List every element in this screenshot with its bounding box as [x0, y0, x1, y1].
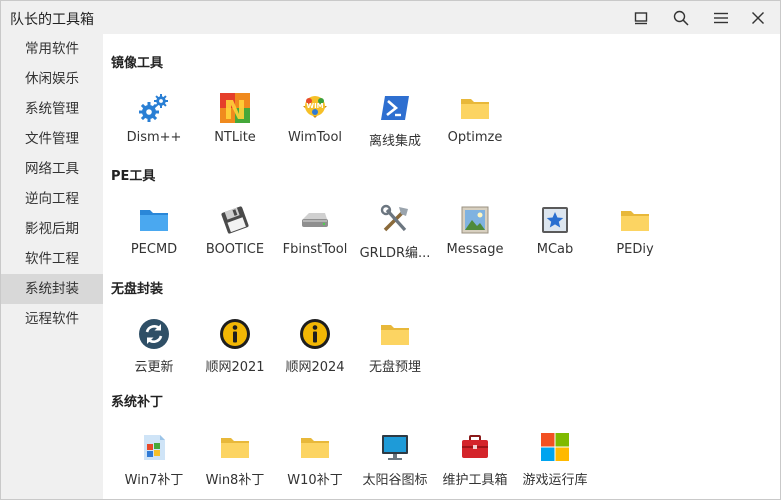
tool-tile[interactable]: Optimze: [435, 90, 515, 170]
sidebar-item-file-management[interactable]: 文件管理: [1, 124, 103, 154]
tool-label: 离线集成: [368, 134, 421, 149]
folder-icon: [299, 431, 331, 463]
tool-label: Optimze: [447, 130, 503, 145]
svg-text:WIM: WIM: [306, 102, 323, 110]
tool-label: PECMD: [130, 242, 178, 257]
picture-icon: [459, 204, 491, 236]
tool-tile[interactable]: Win7补丁: [114, 429, 194, 500]
section-title-system-patches: 系统补丁: [111, 395, 164, 410]
tool-label: Dism++: [126, 130, 182, 145]
tool-label: W10补丁: [287, 473, 343, 488]
sidebar-item-remote-software[interactable]: 远程软件: [1, 304, 103, 334]
tool-tile[interactable]: MCab: [515, 202, 595, 282]
sidebar-item-leisure[interactable]: 休闲娱乐: [1, 64, 103, 94]
tool-label: NTLite: [214, 130, 256, 145]
tool-label: MCab: [536, 242, 574, 257]
tool-label: PEDiy: [616, 242, 654, 257]
tool-label: 顺网2024: [285, 360, 345, 375]
minimize-icon: [634, 11, 648, 25]
sidebar-item-system-packaging[interactable]: 系统封装: [1, 274, 103, 304]
folder-icon: [619, 204, 651, 236]
menu-icon: [713, 12, 729, 24]
toolbox-icon: [459, 431, 491, 463]
tool-tile[interactable]: 云更新: [114, 316, 194, 396]
tool-label: 无盘预埋: [368, 360, 421, 375]
tool-tile[interactable]: WIM WimTool: [275, 90, 355, 170]
sidebar-item-common[interactable]: 常用软件: [1, 34, 103, 64]
tool-tile[interactable]: FbinstTool: [275, 202, 355, 282]
gears-icon: [138, 92, 170, 124]
win7-patch-icon: [138, 431, 170, 463]
sidebar: 常用软件 休闲娱乐 系统管理 文件管理 网络工具 逆向工程 影视后期 软件工程 …: [1, 34, 103, 499]
tool-tile[interactable]: 游戏运行库: [515, 429, 595, 500]
section-title-pe-tools: PE工具: [111, 169, 156, 184]
tool-label: 游戏运行库: [522, 473, 588, 488]
tool-tile[interactable]: Dism++: [114, 90, 194, 170]
tool-tile[interactable]: BOOTICE: [195, 202, 275, 282]
tool-tile[interactable]: PEDiy: [595, 202, 675, 282]
tool-label: Win8补丁: [205, 473, 265, 488]
tool-label: WimTool: [287, 130, 343, 145]
monitor-icon: [379, 431, 411, 463]
tool-tile[interactable]: 无盘预埋: [355, 316, 435, 396]
tool-tile[interactable]: 维护工具箱: [435, 429, 515, 500]
minimize-button[interactable]: [621, 1, 661, 34]
info-badge-icon: [219, 318, 251, 350]
tool-grid: 镜像工具 Dism++ NTLite WIM WimTool 离线集成 Opti…: [103, 34, 780, 499]
tool-tile[interactable]: GRLDR编...: [355, 202, 435, 282]
tool-tile[interactable]: NTLite: [195, 90, 275, 170]
tool-label: 维护工具箱: [442, 473, 508, 488]
sidebar-item-reverse-engineering[interactable]: 逆向工程: [1, 184, 103, 214]
tool-tile[interactable]: 太阳谷图标: [355, 429, 435, 500]
tool-tile[interactable]: 离线集成: [355, 90, 435, 170]
tool-label: 太阳谷图标: [362, 473, 428, 488]
tool-tile[interactable]: Message: [435, 202, 515, 282]
tool-label: Win7补丁: [124, 473, 184, 488]
tool-label: BOOTICE: [205, 242, 265, 257]
info-badge-icon: [299, 318, 331, 350]
search-icon: [673, 10, 689, 26]
floppy-disk-icon: [219, 204, 251, 236]
tool-label: 云更新: [134, 360, 174, 375]
sidebar-item-system-management[interactable]: 系统管理: [1, 94, 103, 124]
blue-folder-icon: [138, 204, 170, 236]
refresh-icon: [138, 318, 170, 350]
close-icon: [751, 11, 765, 25]
hard-drive-icon: [299, 204, 331, 236]
section-title-diskless-packaging: 无盘封装: [111, 282, 164, 297]
app-window: 队长的工具箱 常用软件 休闲娱乐 系统管理 文件管理 网络工具 逆向工程 影视后…: [0, 0, 781, 500]
section-title-image-tools: 镜像工具: [111, 56, 164, 71]
tool-label: GRLDR编...: [359, 246, 431, 261]
sidebar-item-network-tools[interactable]: 网络工具: [1, 154, 103, 184]
tool-tile[interactable]: 顺网2024: [275, 316, 355, 396]
tool-label: Message: [446, 242, 504, 257]
tool-tile[interactable]: W10补丁: [275, 429, 355, 500]
search-button[interactable]: [661, 1, 701, 34]
folder-icon: [219, 431, 251, 463]
folder-icon: [379, 318, 411, 350]
tool-tile[interactable]: 顺网2021: [195, 316, 275, 396]
star-window-icon: [539, 204, 571, 236]
tool-label: FbinstTool: [282, 242, 348, 257]
folder-icon: [459, 92, 491, 124]
menu-button[interactable]: [701, 1, 741, 34]
sidebar-item-video-post[interactable]: 影视后期: [1, 214, 103, 244]
wimtool-icon: WIM: [299, 92, 331, 124]
app-title: 队长的工具箱: [10, 12, 94, 28]
tool-tile[interactable]: PECMD: [114, 202, 194, 282]
ntlite-icon: [219, 92, 251, 124]
windows-logo-icon: [539, 431, 571, 463]
sidebar-item-software-engineering[interactable]: 软件工程: [1, 244, 103, 274]
tools-icon: [379, 204, 411, 236]
tool-label: 顺网2021: [205, 360, 265, 375]
title-bar: 队长的工具箱: [1, 1, 780, 34]
tool-tile[interactable]: Win8补丁: [195, 429, 275, 500]
powershell-icon: [379, 92, 411, 124]
close-button[interactable]: [738, 1, 778, 34]
